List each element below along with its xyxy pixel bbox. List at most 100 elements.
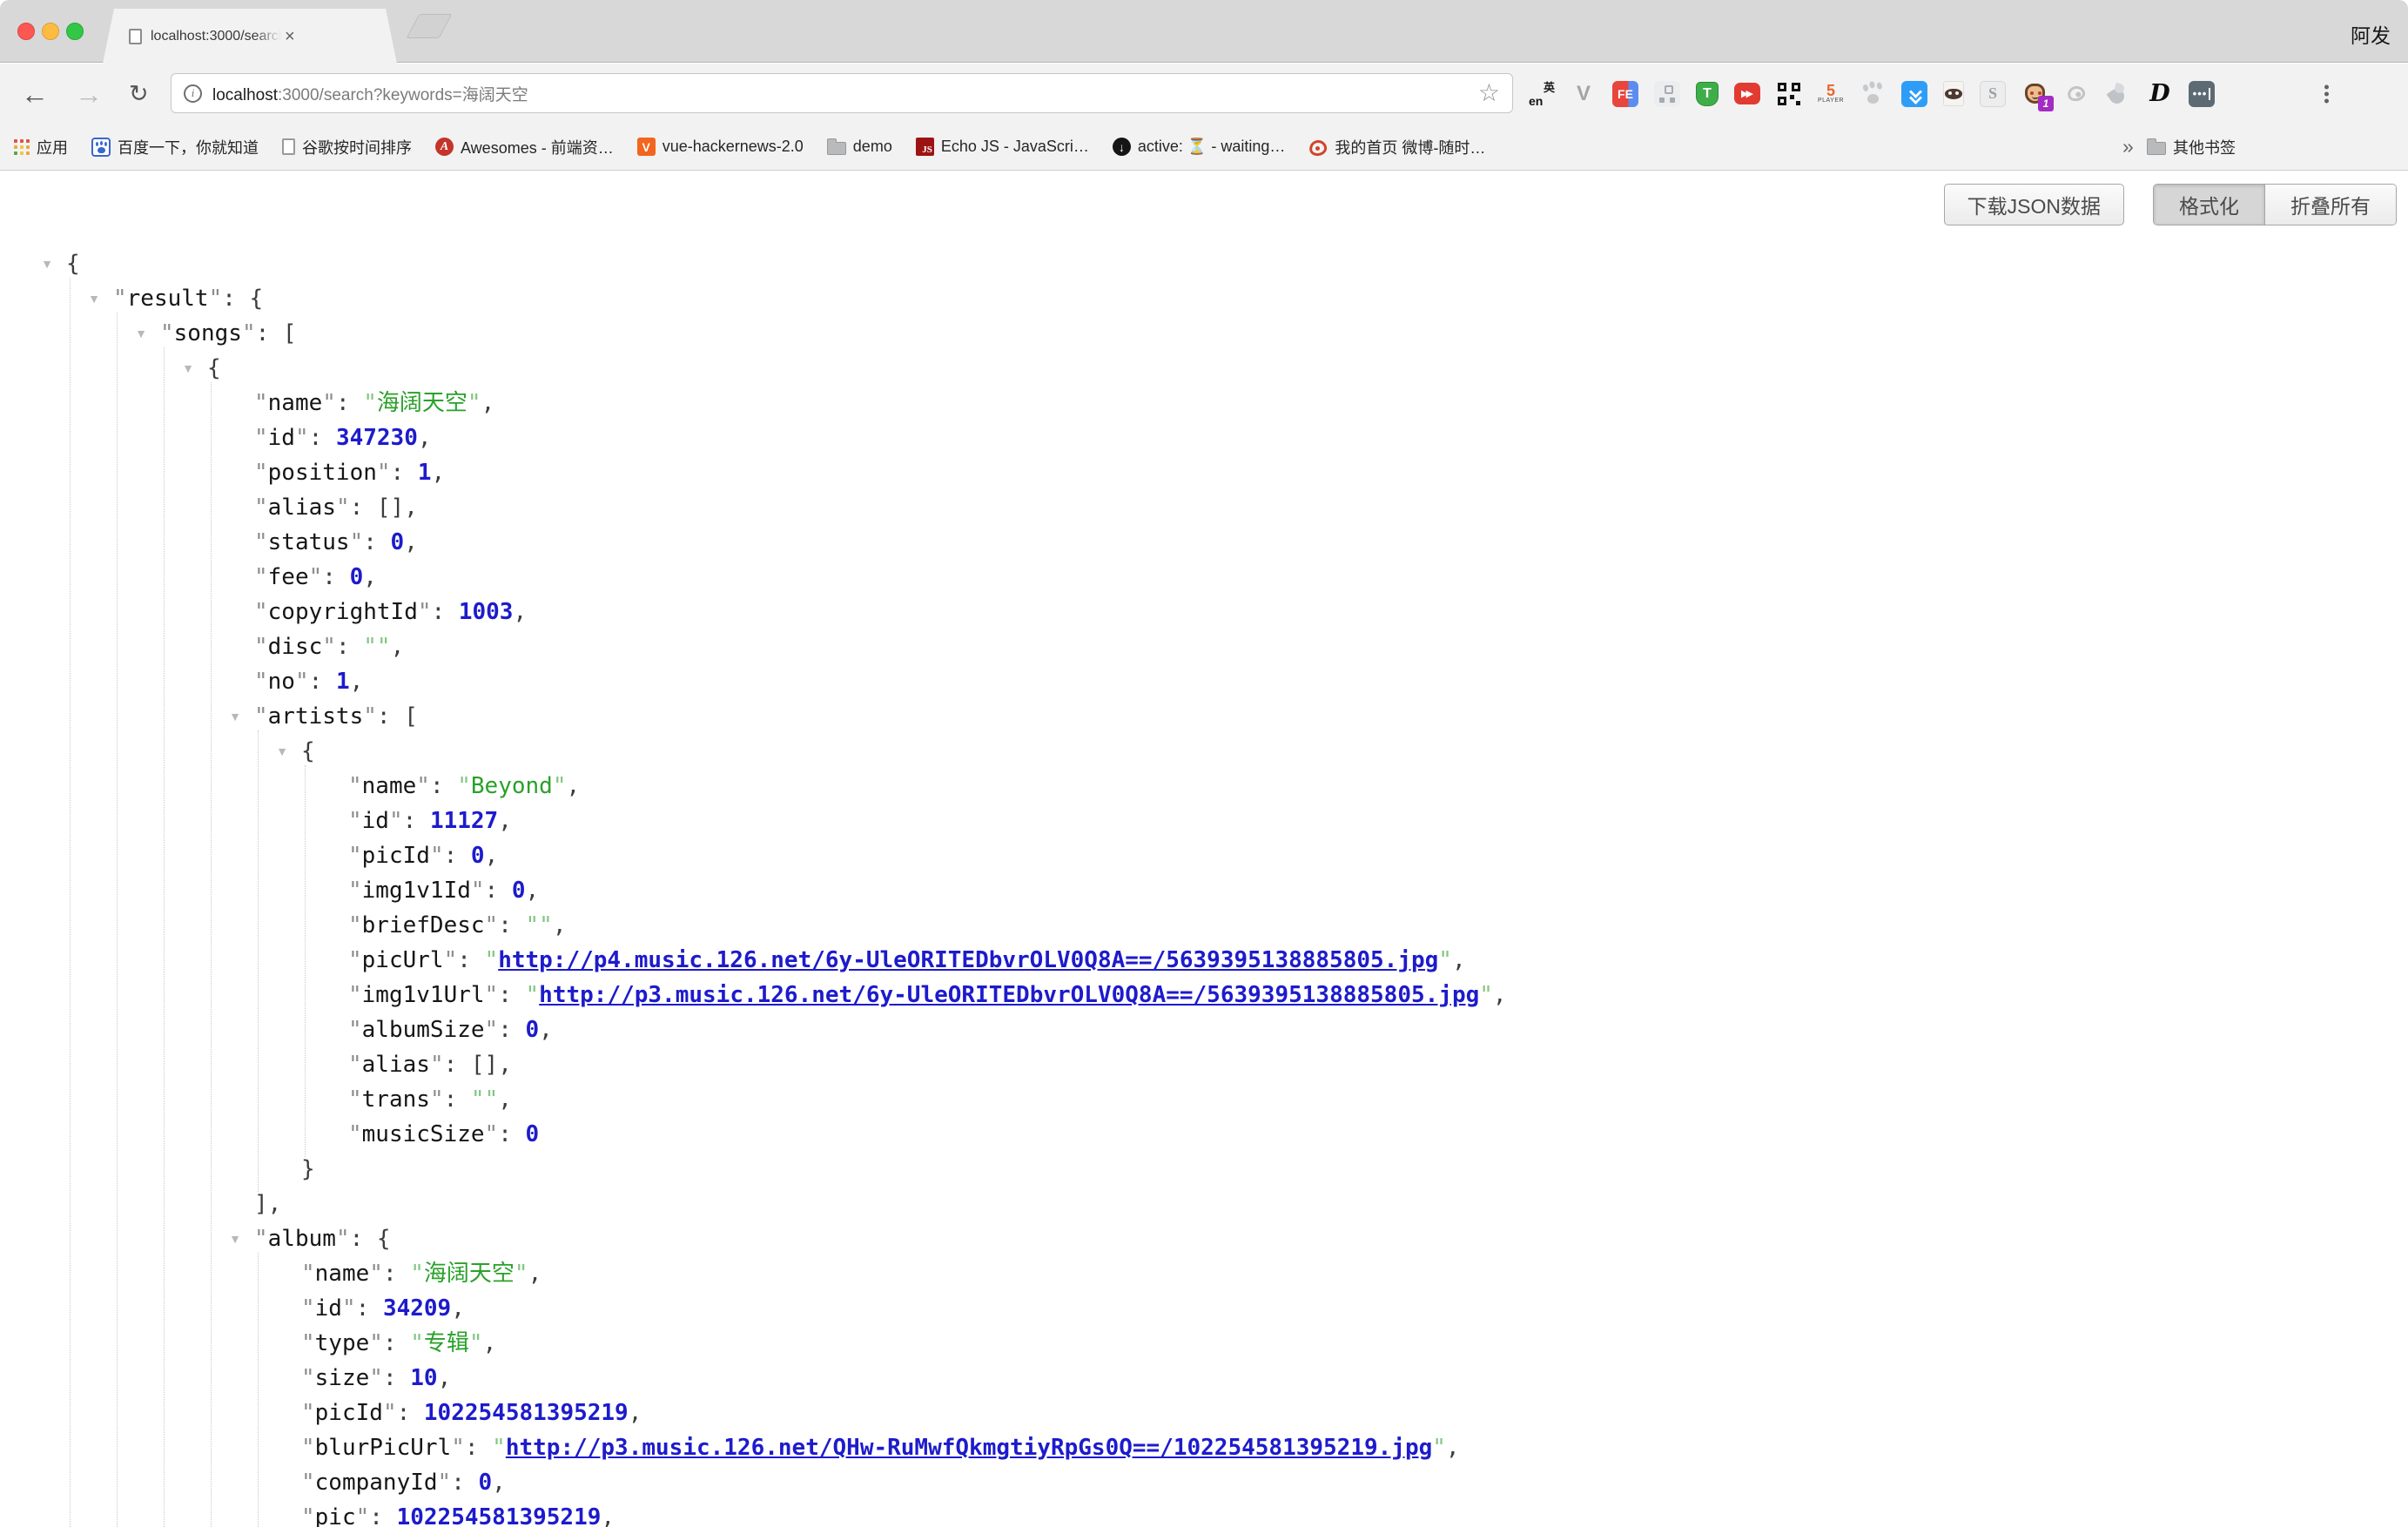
collapse-caret-icon[interactable]: ▼ bbox=[129, 316, 153, 351]
password-icon[interactable] bbox=[2189, 81, 2215, 107]
download-json-button[interactable]: 下载JSON数据 bbox=[1944, 184, 2124, 225]
back-icon[interactable]: ← bbox=[21, 80, 49, 108]
reload-icon[interactable]: ↻ bbox=[129, 82, 149, 105]
json-number-value: 347230 bbox=[336, 425, 418, 451]
json-tree: ▼{▼"result": {▼"songs": [▼{"name": "海阔天空… bbox=[0, 172, 2408, 1527]
format-button[interactable]: 格式化 bbox=[2154, 185, 2265, 225]
json-line: "picId": 102254581395219, bbox=[0, 1396, 2408, 1430]
baidu-icon bbox=[91, 138, 111, 157]
json-link[interactable]: http://p4.music.126.net/6y-UleORITEDbvrO… bbox=[498, 947, 1438, 973]
json-line: "blurPicUrl": "http://p3.music.126.net/Q… bbox=[0, 1430, 2408, 1465]
collapse-caret-icon[interactable]: ▼ bbox=[176, 351, 200, 386]
json-key: position bbox=[268, 460, 377, 486]
folder-icon bbox=[2147, 142, 2166, 155]
collapse-caret-icon[interactable]: ▼ bbox=[270, 734, 294, 769]
json-line: "no": 1, bbox=[0, 664, 2408, 699]
window-zoom-button[interactable] bbox=[66, 23, 84, 40]
tab-close-icon[interactable]: × bbox=[285, 28, 295, 45]
json-line: "type": "专辑", bbox=[0, 1326, 2408, 1361]
collapse-caret-icon[interactable]: ▼ bbox=[223, 1221, 247, 1256]
bookmark-item[interactable]: 我的首页 微博-随时… bbox=[1308, 136, 1485, 158]
json-key: name bbox=[315, 1261, 370, 1287]
json-line: "copyrightId": 1003, bbox=[0, 595, 2408, 629]
browser-tab[interactable]: localhost:3000/search?keywor × bbox=[103, 9, 397, 64]
s-icon[interactable] bbox=[1980, 81, 2006, 107]
json-number-value: 1 bbox=[336, 669, 350, 695]
url-text[interactable]: localhost:3000/search?keywords=海阔天空 bbox=[212, 82, 528, 105]
json-key: no bbox=[268, 669, 295, 695]
json-link[interactable]: http://p3.music.126.net/6y-UleORITEDbvrO… bbox=[539, 982, 1479, 1008]
collapse-caret-icon[interactable]: ▼ bbox=[223, 699, 247, 734]
page-info-icon[interactable]: i bbox=[184, 84, 202, 103]
json-line: "musicSize": 0 bbox=[0, 1117, 2408, 1152]
json-line: "name": "Beyond", bbox=[0, 769, 2408, 804]
json-line: "id": 347230, bbox=[0, 420, 2408, 455]
json-number-value: 102254581395219 bbox=[397, 1504, 602, 1527]
json-string-value: 专辑 bbox=[424, 1330, 469, 1356]
bookmark-item[interactable]: demo bbox=[827, 138, 892, 156]
tab-strip: localhost:3000/search?keywor × 阿发 bbox=[0, 0, 2408, 63]
json-link[interactable]: http://p3.music.126.net/QHw-RuMwfQkmgtiy… bbox=[506, 1435, 1432, 1461]
paw-icon[interactable] bbox=[1860, 81, 1886, 107]
bookmark-star-icon[interactable]: ☆ bbox=[1478, 81, 1500, 105]
shield-icon[interactable] bbox=[1696, 82, 1719, 106]
json-key: img1v1Id bbox=[362, 878, 471, 904]
json-key: briefDesc bbox=[362, 912, 485, 938]
bookmarks-bar: 应用 百度一下，你就知道 谷歌按时间排序 Awesomes - 前端资… vue-hac… bbox=[0, 124, 2408, 171]
bookmark-item[interactable]: active: ⏳ - waiting… bbox=[1113, 138, 1285, 156]
json-line: "name": "海阔天空", bbox=[0, 386, 2408, 420]
bird-icon[interactable] bbox=[2105, 81, 2131, 107]
mask-icon[interactable] bbox=[1943, 81, 1964, 106]
collapse-all-button[interactable]: 折叠所有 bbox=[2265, 185, 2396, 225]
vue-icon[interactable] bbox=[1571, 81, 1597, 107]
json-line: "fee": 0, bbox=[0, 560, 2408, 595]
json-number-value: 102254581395219 bbox=[424, 1400, 629, 1426]
bookmark-other-folder[interactable]: 其他书签 bbox=[2147, 136, 2236, 158]
json-key: trans bbox=[362, 1086, 430, 1113]
json-string-value: 海阔天空 bbox=[424, 1261, 515, 1287]
json-line: ▼{ bbox=[0, 246, 2408, 281]
bookmark-item[interactable]: Awesomes - 前端资… bbox=[435, 136, 614, 158]
extension-badge: 1 bbox=[2038, 96, 2054, 111]
browser-menu-icon[interactable] bbox=[2324, 82, 2329, 105]
d-icon[interactable] bbox=[2147, 81, 2173, 107]
collapse-caret-icon[interactable]: ▼ bbox=[82, 281, 106, 316]
bookmark-label: 我的首页 微博-随时… bbox=[1335, 136, 1485, 158]
translate-icon[interactable] bbox=[1529, 81, 1555, 107]
bookmark-item[interactable]: vue-hackernews-2.0 bbox=[637, 138, 804, 156]
json-line: "pic": 102254581395219, bbox=[0, 1500, 2408, 1527]
json-line: "alias": [], bbox=[0, 490, 2408, 525]
fe-icon[interactable] bbox=[1612, 81, 1638, 107]
bookmark-item[interactable]: 谷歌按时间排序 bbox=[282, 136, 412, 158]
qrcode-icon[interactable] bbox=[1776, 81, 1802, 107]
json-line: "alias": [], bbox=[0, 1047, 2408, 1082]
window-close-button[interactable] bbox=[17, 23, 35, 40]
profile-name[interactable]: 阿发 bbox=[2351, 19, 2391, 49]
json-line: "img1v1Url": "http://p3.music.126.net/6y… bbox=[0, 978, 2408, 1012]
html5player-icon[interactable] bbox=[1818, 81, 1844, 107]
url-path: :3000/search?keywords=海阔天空 bbox=[278, 86, 528, 104]
bookmarks-overflow-chevron[interactable]: » bbox=[2122, 135, 2134, 158]
json-line: "albumSize": 0, bbox=[0, 1012, 2408, 1047]
json-key: alias bbox=[362, 1052, 430, 1078]
url-bar[interactable]: i localhost:3000/search?keywords=海阔天空 ☆ bbox=[171, 73, 1513, 113]
bookmark-item[interactable]: Echo JS - JavaScri… bbox=[916, 138, 1089, 156]
json-string-value: Beyond bbox=[471, 773, 553, 799]
weibo-gray-icon[interactable] bbox=[2063, 81, 2089, 107]
bookmark-label: demo bbox=[853, 138, 892, 156]
json-key: img1v1Url bbox=[362, 982, 485, 1008]
bookmark-item[interactable]: 百度一下，你就知道 bbox=[91, 136, 259, 158]
chevrons-icon[interactable] bbox=[1901, 81, 1927, 107]
sitemap-icon[interactable] bbox=[1654, 81, 1680, 107]
new-tab-button[interactable] bbox=[407, 14, 453, 38]
json-number-value: 10 bbox=[410, 1365, 437, 1391]
window-minimize-button[interactable] bbox=[42, 23, 59, 40]
fastforward-icon[interactable] bbox=[1734, 83, 1760, 104]
tampermonkey-icon[interactable]: 1 bbox=[2021, 81, 2048, 107]
json-line: "id": 11127, bbox=[0, 804, 2408, 838]
json-key: blurPicUrl bbox=[315, 1435, 452, 1461]
json-line: } bbox=[0, 1152, 2408, 1187]
page-content: 下载JSON数据 格式化 折叠所有 ▼{▼"result": {▼"songs"… bbox=[0, 172, 2408, 1527]
collapse-caret-icon[interactable]: ▼ bbox=[35, 246, 59, 281]
bookmark-item[interactable]: 应用 bbox=[14, 136, 68, 158]
